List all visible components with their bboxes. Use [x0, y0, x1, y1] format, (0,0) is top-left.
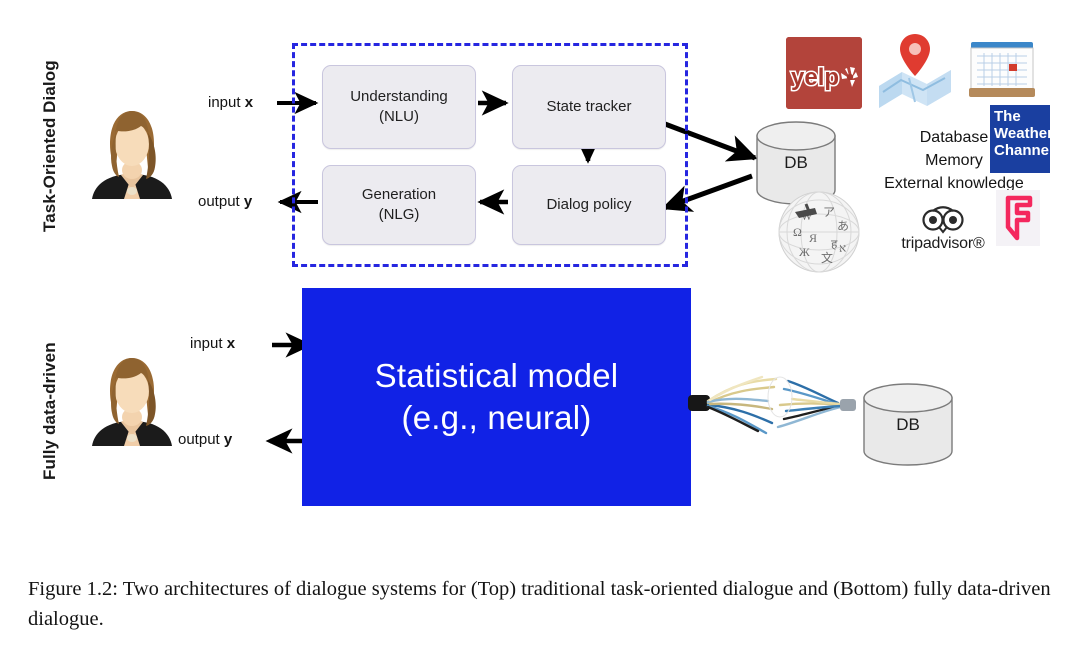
- input-label-top: input x: [208, 94, 253, 111]
- output-var-top: y: [243, 193, 253, 210]
- statistical-model-line2: (e.g., neural): [401, 399, 592, 436]
- foursquare-logo: [996, 190, 1040, 246]
- output-label-top: output y: [198, 193, 252, 210]
- tripadvisor-owl-icon: [922, 206, 964, 234]
- box-dialog-policy-line1: Dialog policy: [546, 195, 632, 213]
- output-label-bottom-text: output: [178, 431, 224, 448]
- output-label-top-text: output: [198, 193, 244, 210]
- box-state-tracker-line1: State tracker: [546, 97, 632, 115]
- weather-logo-line2: Weather: [994, 124, 1053, 142]
- weather-logo-line3: Channel: [994, 141, 1054, 159]
- section-label-fully-data-driven: Fully data-driven: [40, 342, 59, 480]
- yelp-logo: yelp yelp: [786, 37, 862, 109]
- database-label-top: DB: [784, 153, 808, 172]
- user-avatar-bottom: [86, 347, 178, 447]
- wikipedia-logo: Wア あΩ Яह Ж文 א: [777, 190, 861, 274]
- box-understanding-line2: (NLU): [378, 108, 419, 125]
- box-understanding-nlu[interactable]: Understanding (NLU): [322, 65, 476, 149]
- input-var-top: x: [244, 94, 254, 111]
- box-understanding-line1: Understanding: [350, 87, 448, 105]
- input-label-top-text: input: [208, 94, 245, 111]
- statistical-model-box[interactable]: Statistical model (e.g., neural): [302, 288, 691, 506]
- input-var-bottom: x: [226, 335, 236, 352]
- box-state-tracker[interactable]: State tracker: [512, 65, 666, 149]
- section-label-task-oriented: Task-Oriented Dialog: [40, 60, 59, 232]
- figure-canvas: Task-Oriented Dialog Fully data-driven i…: [0, 0, 1080, 662]
- box-generation-line1: Generation: [361, 185, 437, 203]
- weather-logo-line1: The: [994, 108, 1021, 125]
- tripadvisor-wordmark: tripadvisor®: [901, 235, 985, 252]
- database-label-bottom: DB: [896, 415, 920, 434]
- tripadvisor-logo: tripadvisor®: [895, 205, 991, 259]
- svg-text:あ: あ: [837, 219, 849, 233]
- maps-logo: [875, 30, 955, 112]
- svg-text:ह: ह: [831, 237, 838, 251]
- box-dialog-policy[interactable]: Dialog policy: [512, 165, 666, 245]
- svg-text:Я: Я: [809, 231, 817, 245]
- svg-text:א: א: [839, 241, 846, 255]
- statistical-model-line1: Statistical model: [374, 356, 619, 394]
- input-label-bottom-text: input: [190, 335, 227, 352]
- svg-text:ア: ア: [823, 205, 835, 219]
- output-var-bottom: y: [223, 431, 233, 448]
- box-generation-nlg[interactable]: Generation (NLG): [322, 165, 476, 245]
- weather-channel-logo: The Weather Channel: [990, 105, 1054, 173]
- user-avatar-top: [86, 100, 178, 200]
- calendar-logo: [968, 38, 1036, 104]
- figure-caption: Figure 1.2: Two architectures of dialogu…: [28, 578, 1051, 630]
- box-generation-line2: (NLG): [378, 206, 420, 223]
- output-label-bottom: output y: [178, 431, 232, 448]
- input-label-bottom: input x: [190, 335, 235, 352]
- svg-text:Ω: Ω: [793, 225, 802, 239]
- yelp-wordmark: yelp: [791, 64, 839, 91]
- network-cables-image: [688, 365, 873, 445]
- svg-text:文: 文: [821, 250, 833, 265]
- database-cylinder-bottom: DB: [862, 383, 954, 467]
- svg-text:Ж: Ж: [799, 245, 810, 259]
